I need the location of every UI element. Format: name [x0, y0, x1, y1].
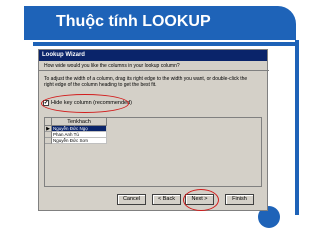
back-button[interactable]: < Back [152, 194, 181, 205]
slide-title: Thuộc tính LOOKUP [56, 13, 211, 30]
cancel-button[interactable]: Cancel [117, 194, 146, 205]
wizard-question: How wide would you like the columns in y… [44, 63, 180, 69]
lookup-column-grid[interactable]: Tenkhach ▶ Nguyễn Đức Ngọ Phan Anh Tú Ng… [44, 117, 262, 187]
dialog-separator [39, 70, 269, 71]
dialog-titlebar: Lookup Wizard [39, 50, 267, 61]
highlight-ellipse-hide-key [41, 94, 129, 113]
slide-accent-bar-top [33, 42, 295, 46]
table-cell[interactable]: Nguyễn Đức Sơn [52, 138, 107, 144]
grid-rows: ▶ Nguyễn Đức Ngọ Phan Anh Tú Nguyễn Đức … [45, 126, 107, 144]
grid-corner [45, 118, 52, 126]
grid-header: Tenkhach [45, 118, 261, 126]
column-header-tenkhach[interactable]: Tenkhach [52, 118, 107, 126]
lookup-wizard-dialog: Lookup Wizard How wide would you like th… [38, 49, 269, 211]
slide-accent-bar-right [295, 40, 299, 215]
wizard-instructions-line2: right edge of the column heading to get … [44, 82, 157, 88]
highlight-ellipse-next [183, 189, 219, 211]
finish-button[interactable]: Finish [225, 194, 254, 205]
row-selector [45, 138, 52, 144]
table-row[interactable]: Nguyễn Đức Sơn [45, 138, 107, 144]
